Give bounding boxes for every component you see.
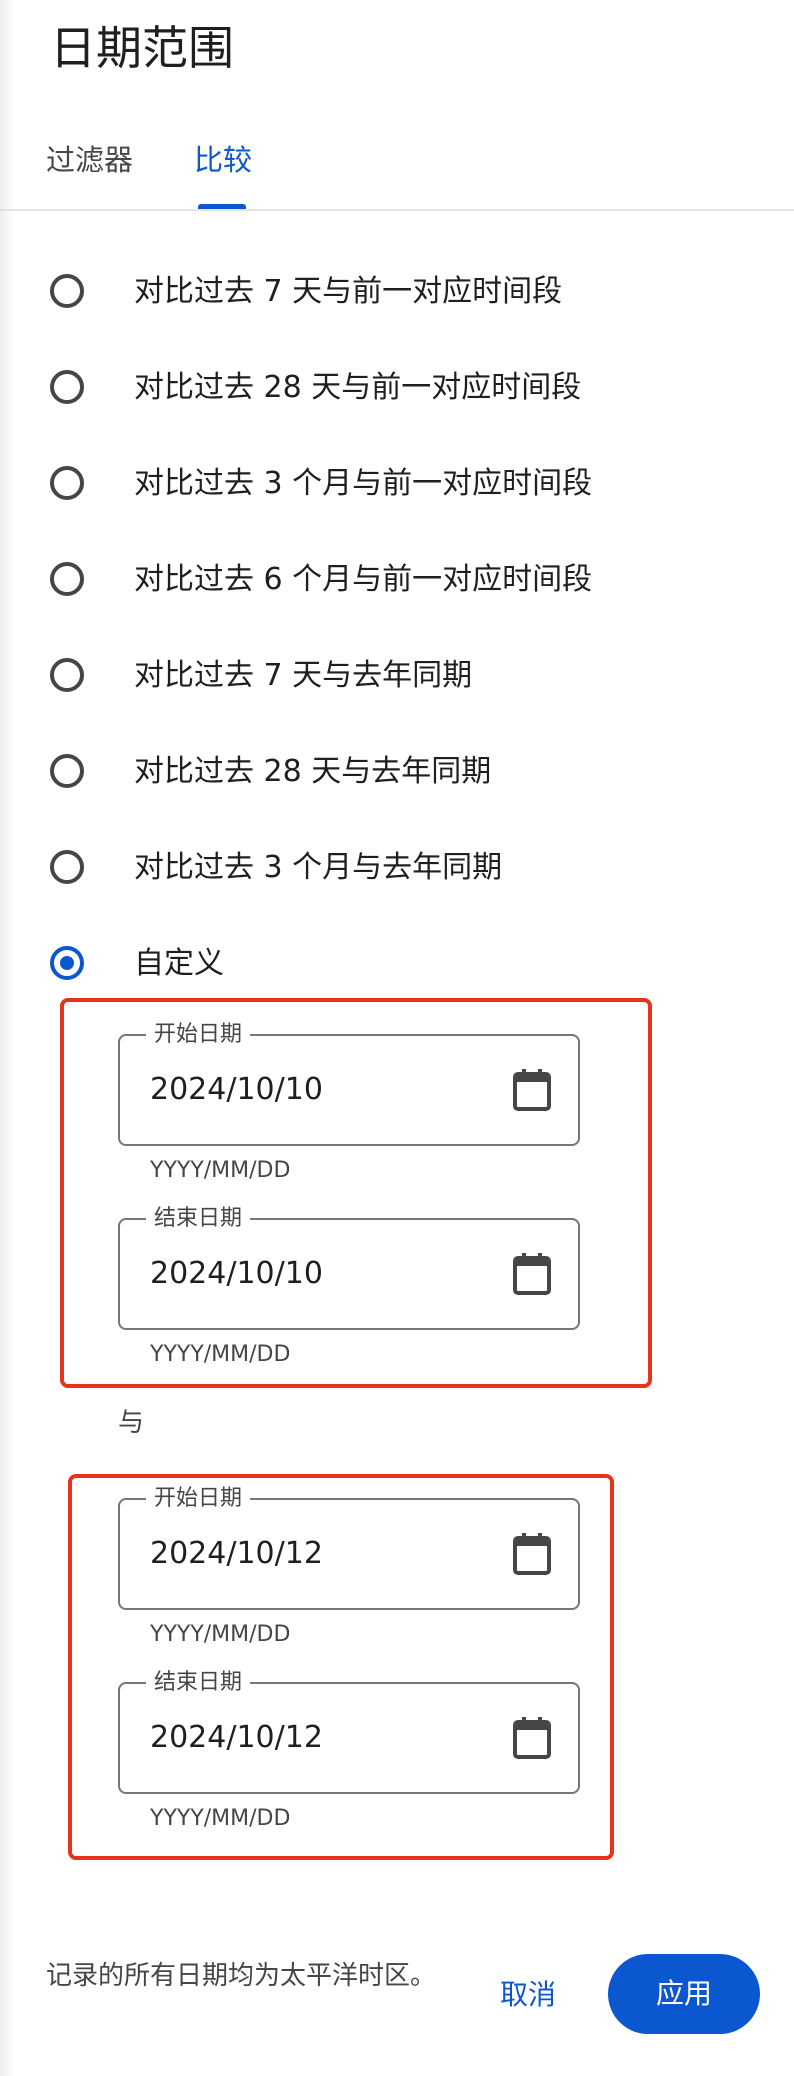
radio-button[interactable] (50, 370, 84, 404)
tabs-divider (0, 209, 794, 211)
date-value[interactable]: 2024/10/10 (150, 1070, 323, 1110)
option-6-months-previous[interactable]: 对比过去 6 个月与前一对应时间段 (0, 540, 794, 630)
option-3-months-last-year[interactable]: 对比过去 3 个月与去年同期 (0, 828, 794, 918)
field-label: 结束日期 (146, 1668, 251, 1698)
field-label: 开始日期 (146, 1484, 251, 1514)
radio-button[interactable] (50, 562, 84, 596)
apply-button[interactable]: 应用 (608, 1954, 760, 2034)
option-28-days-last-year[interactable]: 对比过去 28 天与去年同期 (0, 732, 794, 822)
option-7-days-last-year[interactable]: 对比过去 7 天与去年同期 (0, 636, 794, 726)
date-format-hint: YYYY/MM/DD (150, 1806, 291, 1831)
date-format-hint: YYYY/MM/DD (150, 1342, 291, 1367)
cancel-button[interactable]: 取消 (480, 1968, 576, 2022)
radio-button[interactable] (50, 658, 84, 692)
calendar-icon[interactable] (512, 1068, 552, 1112)
range1-end-date-field[interactable]: 结束日期 2024/10/10 (118, 1204, 580, 1330)
date-format-hint: YYYY/MM/DD (150, 1158, 291, 1183)
range-connector: 与 (118, 1408, 145, 1438)
option-label: 对比过去 3 个月与前一对应时间段 (134, 466, 593, 501)
tab-filters[interactable]: 过滤器 (46, 140, 133, 180)
calendar-icon[interactable] (512, 1716, 552, 1760)
radio-button[interactable] (50, 466, 84, 500)
calendar-icon[interactable] (512, 1252, 552, 1296)
field-label: 开始日期 (146, 1020, 251, 1050)
option-label: 对比过去 3 个月与去年同期 (134, 850, 503, 885)
option-7-days-previous[interactable]: 对比过去 7 天与前一对应时间段 (0, 252, 794, 342)
range1-start-date-field[interactable]: 开始日期 2024/10/10 (118, 1020, 580, 1146)
tab-compare[interactable]: 比较 (194, 140, 252, 180)
option-label: 对比过去 28 天与前一对应时间段 (134, 370, 582, 405)
dialog-title: 日期范围 (50, 21, 234, 75)
field-label: 结束日期 (146, 1204, 251, 1234)
date-value[interactable]: 2024/10/12 (150, 1534, 323, 1574)
radio-button[interactable] (50, 850, 84, 884)
option-label: 对比过去 7 天与前一对应时间段 (134, 274, 563, 309)
range2-start-date-field[interactable]: 开始日期 2024/10/12 (118, 1484, 580, 1610)
option-label: 对比过去 28 天与去年同期 (134, 754, 492, 789)
date-value[interactable]: 2024/10/10 (150, 1254, 323, 1294)
timezone-note: 记录的所有日期均为太平洋时区。 (46, 1961, 437, 1991)
range2-end-date-field[interactable]: 结束日期 2024/10/12 (118, 1668, 580, 1794)
radio-button-selected[interactable] (50, 946, 84, 980)
date-format-hint: YYYY/MM/DD (150, 1622, 291, 1647)
date-value[interactable]: 2024/10/12 (150, 1718, 323, 1758)
option-28-days-previous[interactable]: 对比过去 28 天与前一对应时间段 (0, 348, 794, 438)
calendar-icon[interactable] (512, 1532, 552, 1576)
radio-button[interactable] (50, 274, 84, 308)
option-label: 对比过去 7 天与去年同期 (134, 658, 473, 693)
option-3-months-previous[interactable]: 对比过去 3 个月与前一对应时间段 (0, 444, 794, 534)
option-label: 对比过去 6 个月与前一对应时间段 (134, 562, 593, 597)
radio-button[interactable] (50, 754, 84, 788)
option-label: 自定义 (134, 946, 224, 981)
